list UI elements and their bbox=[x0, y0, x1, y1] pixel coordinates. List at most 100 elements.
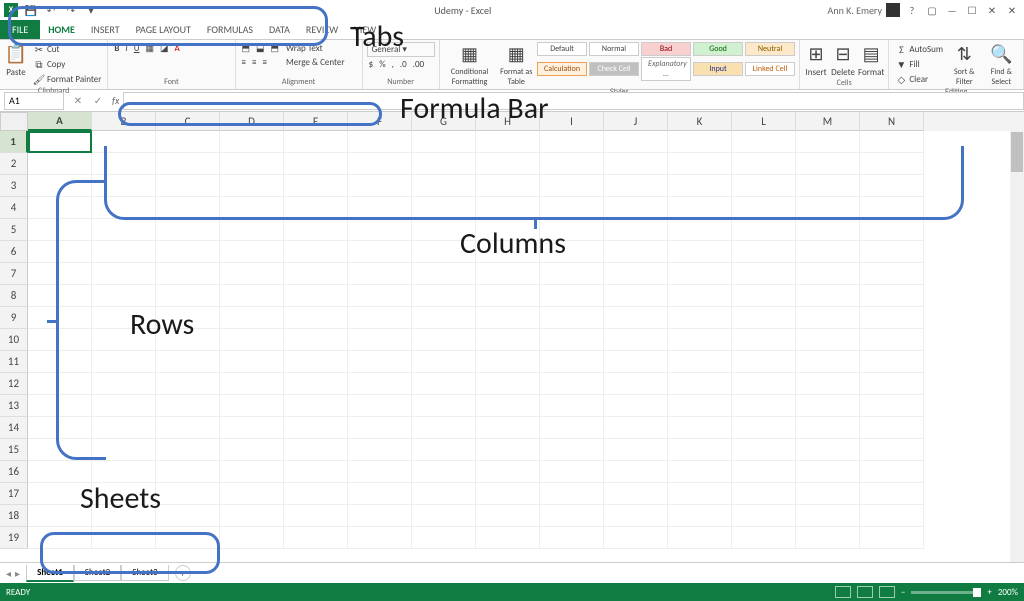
cell[interactable] bbox=[412, 461, 476, 483]
column-header[interactable]: M bbox=[796, 112, 860, 131]
column-header[interactable]: H bbox=[476, 112, 540, 131]
cell[interactable] bbox=[796, 329, 860, 351]
cell[interactable] bbox=[348, 263, 412, 285]
tab-page-layout[interactable]: PAGE LAYOUT bbox=[128, 20, 199, 39]
sheet-tab-3[interactable]: Sheet3 bbox=[121, 565, 168, 581]
cell[interactable] bbox=[540, 131, 604, 153]
cell[interactable] bbox=[732, 241, 796, 263]
cell[interactable] bbox=[284, 219, 348, 241]
cell[interactable] bbox=[92, 241, 156, 263]
sort-filter-button[interactable]: Sort & Filter bbox=[948, 67, 981, 87]
insert-button[interactable]: Insert bbox=[805, 67, 826, 78]
cell[interactable] bbox=[540, 263, 604, 285]
cell[interactable] bbox=[668, 219, 732, 241]
cell[interactable] bbox=[284, 263, 348, 285]
cell[interactable] bbox=[476, 505, 540, 527]
cell[interactable] bbox=[220, 153, 284, 175]
cell[interactable] bbox=[220, 483, 284, 505]
cell[interactable] bbox=[668, 241, 732, 263]
cell[interactable] bbox=[156, 483, 220, 505]
cell[interactable] bbox=[668, 131, 732, 153]
italic-button[interactable]: I bbox=[123, 42, 129, 55]
cell[interactable] bbox=[540, 461, 604, 483]
column-header[interactable]: B bbox=[92, 112, 156, 131]
cell[interactable] bbox=[220, 505, 284, 527]
cell[interactable] bbox=[604, 505, 668, 527]
row-header[interactable]: 8 bbox=[0, 285, 28, 307]
cell[interactable] bbox=[796, 373, 860, 395]
cell[interactable] bbox=[476, 263, 540, 285]
cell[interactable] bbox=[348, 197, 412, 219]
style-check-cell[interactable]: Check Cell bbox=[589, 62, 639, 76]
cell[interactable] bbox=[796, 219, 860, 241]
cell[interactable] bbox=[860, 461, 924, 483]
column-header[interactable]: L bbox=[732, 112, 796, 131]
scrollbar-thumb[interactable] bbox=[1011, 132, 1023, 172]
underline-button[interactable]: U bbox=[132, 42, 142, 55]
cell[interactable] bbox=[284, 461, 348, 483]
column-header[interactable]: J bbox=[604, 112, 668, 131]
cell[interactable] bbox=[156, 197, 220, 219]
cell[interactable] bbox=[348, 527, 412, 549]
cell[interactable] bbox=[220, 527, 284, 549]
cell[interactable] bbox=[284, 285, 348, 307]
cell[interactable] bbox=[860, 285, 924, 307]
cell[interactable] bbox=[348, 175, 412, 197]
cell[interactable] bbox=[604, 153, 668, 175]
row-header[interactable]: 10 bbox=[0, 329, 28, 351]
column-header[interactable]: N bbox=[860, 112, 924, 131]
save-icon[interactable]: 💾 bbox=[24, 3, 38, 17]
cell[interactable] bbox=[92, 307, 156, 329]
align-bottom-icon[interactable]: ⬒ bbox=[269, 42, 282, 55]
cell[interactable] bbox=[348, 329, 412, 351]
cell[interactable] bbox=[796, 197, 860, 219]
cell[interactable] bbox=[92, 153, 156, 175]
cell[interactable] bbox=[668, 329, 732, 351]
cell[interactable] bbox=[860, 351, 924, 373]
copy-button[interactable]: ⧉Copy bbox=[31, 57, 103, 71]
cell[interactable] bbox=[220, 241, 284, 263]
cell[interactable] bbox=[732, 373, 796, 395]
cell[interactable] bbox=[860, 131, 924, 153]
add-sheet-button[interactable]: + bbox=[175, 565, 191, 581]
cell[interactable] bbox=[796, 285, 860, 307]
cell[interactable] bbox=[732, 351, 796, 373]
sheet-tab-1[interactable]: Sheet1 bbox=[26, 565, 74, 582]
cell[interactable] bbox=[220, 417, 284, 439]
cell[interactable] bbox=[284, 307, 348, 329]
cell[interactable] bbox=[668, 285, 732, 307]
cell[interactable] bbox=[476, 461, 540, 483]
cell[interactable] bbox=[28, 505, 92, 527]
cell[interactable] bbox=[284, 175, 348, 197]
row-header[interactable]: 4 bbox=[0, 197, 28, 219]
cell[interactable] bbox=[156, 263, 220, 285]
cell[interactable] bbox=[348, 505, 412, 527]
cell[interactable] bbox=[476, 219, 540, 241]
insert-cells-icon[interactable]: ⊞ bbox=[804, 42, 828, 66]
cell[interactable] bbox=[92, 197, 156, 219]
cell[interactable] bbox=[412, 373, 476, 395]
row-header[interactable]: 9 bbox=[0, 307, 28, 329]
cell[interactable] bbox=[220, 131, 284, 153]
cell[interactable] bbox=[28, 197, 92, 219]
close-workbook-icon[interactable]: ✕ bbox=[1004, 3, 1020, 17]
cut-button[interactable]: ✂Cut bbox=[31, 42, 103, 56]
cell[interactable] bbox=[860, 307, 924, 329]
cell[interactable] bbox=[796, 307, 860, 329]
name-box[interactable]: A1 bbox=[4, 92, 64, 110]
cell[interactable] bbox=[540, 395, 604, 417]
cell[interactable] bbox=[156, 439, 220, 461]
cell[interactable] bbox=[220, 373, 284, 395]
format-painter-button[interactable]: 🖌Format Painter bbox=[31, 72, 103, 86]
cell[interactable] bbox=[220, 307, 284, 329]
cell[interactable] bbox=[156, 527, 220, 549]
align-center-icon[interactable]: ≡ bbox=[250, 56, 258, 69]
tab-view[interactable]: VIEW bbox=[346, 20, 384, 39]
cell[interactable] bbox=[220, 285, 284, 307]
cell[interactable] bbox=[220, 395, 284, 417]
cell[interactable] bbox=[604, 395, 668, 417]
file-tab[interactable]: FILE bbox=[0, 20, 40, 39]
cell[interactable] bbox=[732, 329, 796, 351]
cell[interactable] bbox=[412, 219, 476, 241]
currency-button[interactable]: $ bbox=[367, 58, 376, 71]
